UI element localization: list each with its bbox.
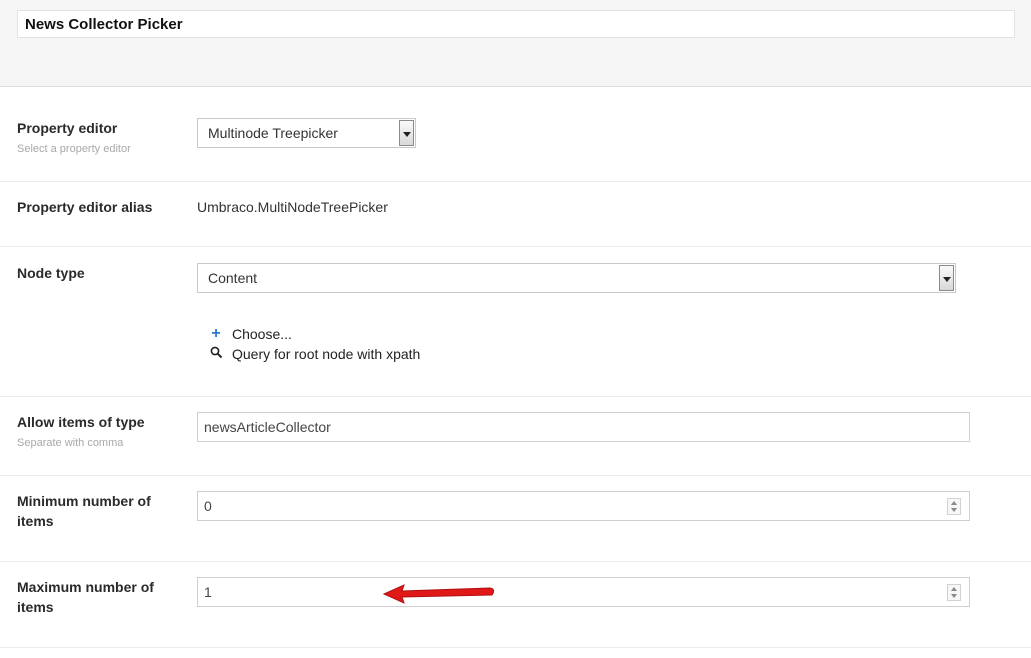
property-editor-description: Select a property editor (17, 143, 131, 155)
max-items-label: Maximum number of items (17, 577, 154, 617)
property-editor-alias-label: Property editor alias (17, 199, 153, 215)
min-items-input[interactable]: 0 (197, 491, 970, 521)
max-items-label-line2: items (17, 599, 54, 615)
property-editor-select[interactable]: Multinode Treepicker (197, 118, 416, 148)
allow-items-input[interactable]: newsArticleCollector (197, 412, 970, 442)
min-items-label-line2: items (17, 513, 54, 529)
divider (0, 647, 1031, 648)
property-editor-selected: Multinode Treepicker (208, 125, 338, 141)
number-stepper[interactable] (947, 584, 961, 601)
search-icon (207, 346, 225, 362)
node-type-selected: Content (208, 270, 258, 286)
property-editor-label: Property editor (17, 120, 118, 136)
node-type-select[interactable]: Content (197, 263, 956, 293)
query-xpath-link[interactable]: Query for root node with xpath (207, 346, 420, 362)
header-panel: News Collector Picker (0, 0, 1031, 87)
allow-items-label: Allow items of type (17, 414, 145, 430)
name-input[interactable]: News Collector Picker (17, 10, 1015, 38)
choose-label: Choose... (232, 326, 292, 342)
divider (0, 475, 1031, 476)
max-items-value: 1 (204, 584, 212, 600)
chevron-down-icon[interactable] (399, 120, 414, 146)
allow-items-description: Separate with comma (17, 437, 124, 449)
query-xpath-label: Query for root node with xpath (232, 346, 421, 362)
red-arrow-icon (382, 584, 495, 604)
node-type-label: Node type (17, 265, 85, 281)
min-items-label: Minimum number of items (17, 491, 151, 531)
number-stepper[interactable] (947, 498, 961, 515)
min-items-value: 0 (204, 498, 212, 514)
divider (0, 396, 1031, 397)
max-items-input[interactable]: 1 (197, 577, 970, 607)
chevron-down-icon[interactable] (939, 265, 954, 291)
choose-link[interactable]: + Choose... (207, 325, 292, 343)
min-items-label-line1: Minimum number of (17, 493, 151, 509)
plus-icon: + (211, 325, 221, 342)
divider (0, 246, 1031, 247)
property-editor-alias-value: Umbraco.MultiNodeTreePicker (197, 199, 388, 215)
divider (0, 561, 1031, 562)
divider (0, 181, 1031, 182)
max-items-label-line1: Maximum number of (17, 579, 154, 595)
